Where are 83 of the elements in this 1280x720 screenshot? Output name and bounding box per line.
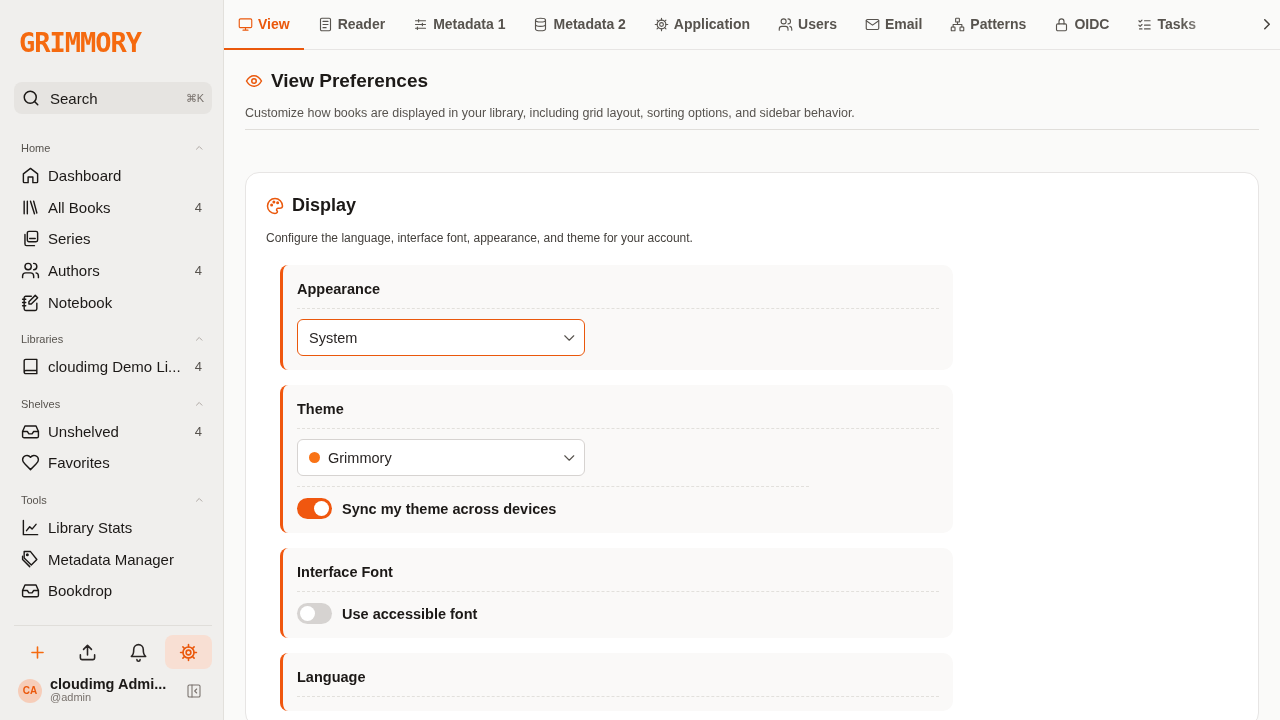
group-title: Appearance — [297, 281, 939, 309]
lock-icon — [1054, 16, 1070, 32]
settings-tab[interactable]: Patterns — [936, 0, 1041, 50]
chevron-up-icon — [195, 146, 202, 150]
chevron-down-icon — [563, 334, 574, 341]
monitor-icon — [238, 16, 253, 32]
page-description: Customize how books are displayed in your library, including grid layout, sorting options, and sidebar behavior. — [245, 106, 856, 120]
toggle-label: Use accessible font — [342, 605, 478, 622]
sidebar-item[interactable]: Favorites — [14, 447, 212, 479]
group-title: Language — [297, 669, 939, 697]
settings-tab[interactable]: Email — [851, 0, 937, 50]
toggle-switch[interactable] — [297, 603, 332, 624]
group-heading: Home — [21, 142, 51, 154]
sidebar-item[interactable]: Authors 4 — [14, 254, 212, 287]
document-icon — [317, 16, 333, 32]
chevron-up-icon — [195, 401, 202, 406]
line-chart-icon — [21, 518, 40, 538]
chevron-up-icon — [195, 337, 202, 341]
sidebar-item[interactable]: Library Stats — [14, 511, 212, 544]
stacked-books-icon — [21, 229, 40, 249]
count-label: 4 — [194, 263, 202, 279]
shortcut-hint: ⌘K — [185, 91, 204, 105]
collapse-sidebar-button[interactable] — [186, 682, 202, 699]
mail-icon — [865, 16, 880, 32]
tray-icon — [21, 581, 40, 601]
sidebar-item[interactable]: Metadata Manager — [14, 543, 212, 575]
sidebar-item[interactable]: All Books 4 — [14, 191, 212, 224]
palette-icon — [266, 196, 284, 215]
house-icon — [21, 166, 40, 186]
user-handle: @admin — [50, 692, 92, 704]
settings-tab[interactable]: OIDC — [1040, 0, 1124, 50]
chevron-right-icon — [1264, 18, 1270, 30]
sidebar-item[interactable]: Notebook — [14, 286, 212, 318]
count-label: 4 — [194, 423, 202, 439]
section-description: Configure the language, interface font, appearance, and theme for your account. — [266, 231, 694, 245]
settings-tab[interactable]: Reader — [303, 0, 400, 50]
logo-wordmark: GRIMMORY — [19, 28, 142, 58]
chevron-down-icon — [563, 454, 574, 461]
count-label: 4 — [194, 199, 202, 215]
settings-tab[interactable]: Tasks — [1123, 0, 1211, 50]
scroll-tabs-button[interactable] — [1264, 18, 1270, 30]
books-icon — [21, 197, 40, 217]
sidebar-item[interactable]: Dashboard — [14, 160, 212, 192]
tags-icon — [21, 549, 40, 569]
sidebar-item[interactable]: Unshelved 4 — [14, 415, 212, 448]
sidebar-item[interactable]: cloudimg Demo Li... 4 — [14, 350, 212, 383]
bell-icon — [128, 642, 148, 662]
hierarchy-icon — [950, 16, 966, 32]
sidebar-item[interactable]: Bookdrop — [14, 574, 212, 607]
section-title: Display — [292, 195, 357, 216]
settings-tab[interactable]: Metadata 1 — [399, 0, 520, 50]
settings-icon — [179, 642, 198, 662]
heart-icon — [21, 453, 40, 473]
toggle-label: Sync my theme across devices — [342, 500, 557, 517]
dropdown-select[interactable]: Grimmory — [297, 439, 585, 476]
settings-icon — [653, 16, 669, 32]
dropdown-select[interactable]: System — [297, 319, 585, 356]
group-title: Interface Font — [297, 564, 939, 592]
database-icon — [533, 16, 549, 32]
notebook-icon — [21, 292, 40, 312]
settings-tab[interactable]: Users — [764, 0, 851, 50]
group-heading: Tools — [21, 493, 47, 506]
group-title: Theme — [297, 401, 939, 429]
eye-icon — [245, 72, 263, 90]
user-name: cloudimg Admi... — [50, 677, 168, 693]
group-heading: Shelves — [21, 397, 61, 410]
upload-icon — [78, 642, 98, 662]
sliders-icon — [413, 16, 429, 32]
settings-tab[interactable]: Application — [639, 0, 765, 50]
people-icon — [21, 261, 40, 281]
search-field[interactable]: Search ⌘K — [14, 82, 212, 114]
group-heading: Libraries — [21, 332, 64, 345]
count-label: 4 — [194, 359, 202, 375]
settings-tab[interactable]: Metadata 2 — [519, 0, 640, 50]
avatar: CA — [18, 678, 42, 703]
people-icon — [778, 16, 794, 32]
sidebar-collapse-icon — [186, 682, 202, 699]
chevron-up-icon — [195, 497, 202, 502]
book-icon — [21, 357, 40, 377]
search-icon — [22, 89, 40, 107]
page-title: View Preferences — [271, 70, 429, 92]
toggle-switch[interactable] — [297, 498, 332, 519]
sidebar-item[interactable]: Series — [14, 223, 212, 255]
